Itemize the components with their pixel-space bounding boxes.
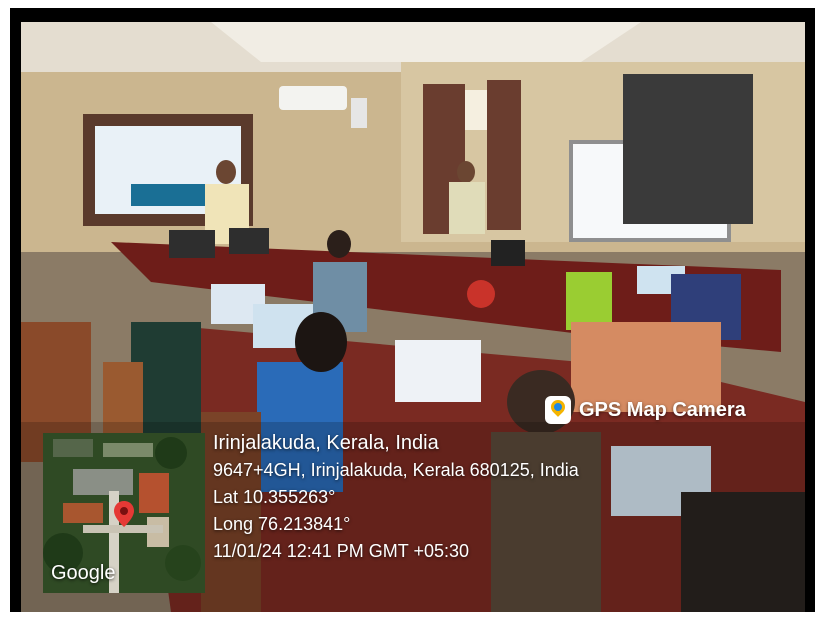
location-timestamp: 11/01/24 12:41 PM GMT +05:30 <box>213 541 469 561</box>
gps-map-camera-badge: GPS Map Camera <box>545 392 746 428</box>
location-overlay: Irinjalakuda, Kerala, India 9647+4GH, Ir… <box>213 430 773 592</box>
location-address: 9647+4GH, Irinjalakuda, Kerala 680125, I… <box>213 460 579 480</box>
map-thumbnail: Google <box>43 433 205 593</box>
location-latitude: Lat 10.355263° <box>213 487 336 507</box>
google-logo: Google <box>51 562 116 584</box>
location-place: Irinjalakuda, Kerala, India <box>213 432 439 454</box>
map-pin-icon <box>545 396 571 424</box>
gps-badge-title: GPS Map Camera <box>579 398 746 421</box>
location-pin-icon <box>114 501 134 527</box>
location-longitude: Long 76.213841° <box>213 514 351 534</box>
